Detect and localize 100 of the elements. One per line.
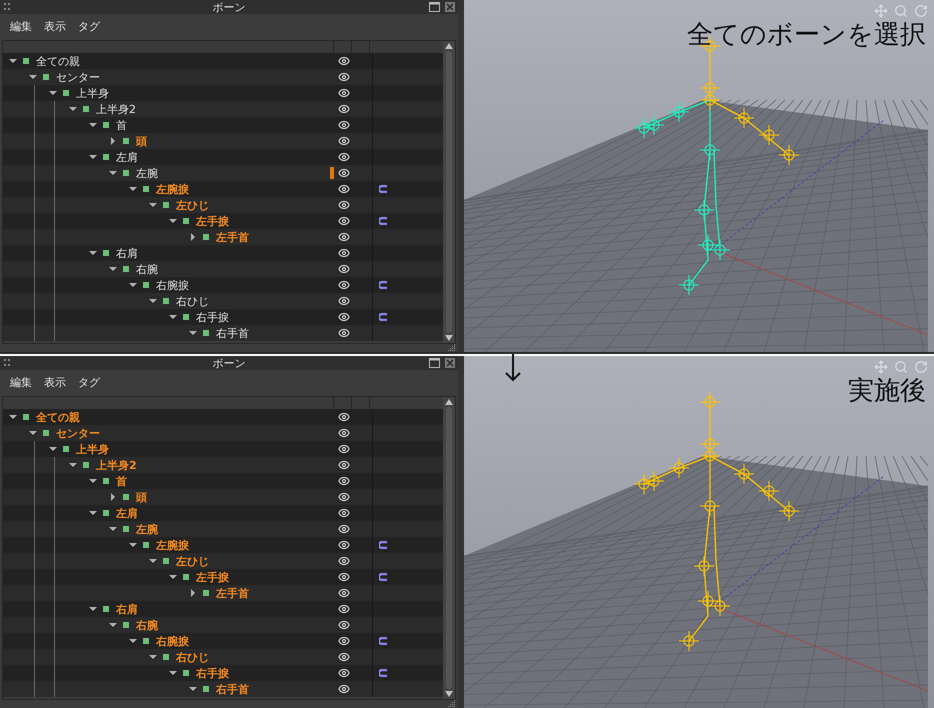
bone-name[interactable]: 右腕捩 xyxy=(156,636,189,646)
grip-icon[interactable] xyxy=(4,3,10,11)
scrollbar[interactable] xyxy=(443,397,455,699)
bone-name[interactable]: 左腕 xyxy=(136,168,158,178)
eye-icon[interactable] xyxy=(338,667,350,679)
tree-row[interactable]: 左肩 xyxy=(3,149,443,165)
bone-name[interactable]: センター xyxy=(56,72,100,82)
expanded-triangle-icon[interactable] xyxy=(169,313,177,321)
tree-row[interactable]: 左ひじ xyxy=(3,553,443,569)
eye-icon[interactable] xyxy=(338,103,350,115)
eye-icon[interactable] xyxy=(338,247,350,259)
eye-icon[interactable] xyxy=(338,215,350,227)
tree-row[interactable]: 右腕 xyxy=(3,617,443,633)
eye-icon[interactable] xyxy=(338,571,350,583)
eye-icon[interactable] xyxy=(338,55,350,67)
tree-row[interactable]: 上半身 xyxy=(3,85,443,101)
expanded-triangle-icon[interactable] xyxy=(9,57,17,65)
tree-row[interactable]: センター xyxy=(3,425,443,441)
expanded-triangle-icon[interactable] xyxy=(89,249,97,257)
eye-icon[interactable] xyxy=(338,231,350,243)
expanded-triangle-icon[interactable] xyxy=(169,573,177,581)
tree-row[interactable]: 上半身 xyxy=(3,441,443,457)
bone-name[interactable]: 右手捩 xyxy=(196,312,229,322)
bone-name[interactable]: 全ての親 xyxy=(36,412,80,422)
eye-icon[interactable] xyxy=(338,427,350,439)
bone-name[interactable]: 左腕捩 xyxy=(156,540,189,550)
scroll-down-icon[interactable] xyxy=(445,691,453,697)
bone-name[interactable]: 左肩 xyxy=(116,152,138,162)
bone-name[interactable]: 上半身 xyxy=(76,88,109,98)
eye-icon[interactable] xyxy=(338,475,350,487)
scroll-down-icon[interactable] xyxy=(445,335,453,341)
bone-name[interactable]: 右ひじ xyxy=(176,296,209,306)
collapsed-triangle-icon[interactable] xyxy=(189,233,197,241)
bone-name[interactable]: センター xyxy=(56,428,100,438)
bone-name[interactable]: 左手捩 xyxy=(196,216,229,226)
maximize-icon[interactable] xyxy=(429,2,440,12)
bone-name[interactable]: 右腕 xyxy=(136,264,158,274)
tree-row[interactable]: 首 xyxy=(3,117,443,133)
bone-name[interactable]: 右手首 xyxy=(216,328,249,338)
eye-icon[interactable] xyxy=(338,151,350,163)
tree-row[interactable]: 上半身2 xyxy=(3,101,443,117)
bone-name[interactable]: 首 xyxy=(116,476,127,486)
expanded-triangle-icon[interactable] xyxy=(149,201,157,209)
tree-row[interactable]: 左腕捩 xyxy=(3,537,443,553)
expanded-triangle-icon[interactable] xyxy=(69,461,77,469)
bone-name[interactable]: 左ひじ xyxy=(176,200,209,210)
menu-item[interactable]: 編集 xyxy=(10,18,32,36)
menu-item[interactable]: 編集 xyxy=(10,374,32,392)
maximize-icon[interactable] xyxy=(429,358,440,368)
tree-row[interactable]: 左手捩 xyxy=(3,213,443,229)
close-icon[interactable] xyxy=(445,2,455,12)
tree-row[interactable]: 右手首 xyxy=(3,681,443,697)
expanded-triangle-icon[interactable] xyxy=(89,121,97,129)
tree-row[interactable]: 全ての親 xyxy=(3,53,443,69)
eye-icon[interactable] xyxy=(338,279,350,291)
expanded-triangle-icon[interactable] xyxy=(109,621,117,629)
bone-name[interactable]: 左ひじ xyxy=(176,556,209,566)
bone-name[interactable]: 頭 xyxy=(136,136,147,146)
eye-icon[interactable] xyxy=(338,651,350,663)
eye-icon[interactable] xyxy=(338,411,350,423)
scroll-up-icon[interactable] xyxy=(445,399,453,405)
tree-row[interactable]: 左腕 xyxy=(3,165,443,181)
expanded-triangle-icon[interactable] xyxy=(29,429,37,437)
tree-row[interactable]: 頭 xyxy=(3,489,443,505)
expanded-triangle-icon[interactable] xyxy=(149,653,157,661)
expanded-triangle-icon[interactable] xyxy=(49,89,57,97)
eye-icon[interactable] xyxy=(338,507,350,519)
tree-row[interactable]: 右腕捩 xyxy=(3,633,443,649)
eye-icon[interactable] xyxy=(338,135,350,147)
tree-row[interactable]: 左手首 xyxy=(3,585,443,601)
tree-row[interactable]: 左ひじ xyxy=(3,197,443,213)
bone-name[interactable]: 右手捩 xyxy=(196,668,229,678)
scrollbar[interactable] xyxy=(443,41,455,343)
expanded-triangle-icon[interactable] xyxy=(109,169,117,177)
expanded-triangle-icon[interactable] xyxy=(109,525,117,533)
scroll-up-icon[interactable] xyxy=(445,43,453,49)
bone-name[interactable]: 頭 xyxy=(136,492,147,502)
eye-icon[interactable] xyxy=(338,183,350,195)
collapsed-triangle-icon[interactable] xyxy=(189,589,197,597)
tree-row[interactable]: 頭 xyxy=(3,133,443,149)
expanded-triangle-icon[interactable] xyxy=(29,73,37,81)
expanded-triangle-icon[interactable] xyxy=(129,541,137,549)
expanded-triangle-icon[interactable] xyxy=(129,281,137,289)
eye-icon[interactable] xyxy=(338,683,350,695)
eye-icon[interactable] xyxy=(338,443,350,455)
eye-icon[interactable] xyxy=(338,119,350,131)
bone-name[interactable]: 全ての親 xyxy=(36,56,80,66)
tree-row[interactable]: 右腕捩 xyxy=(3,277,443,293)
tree-row[interactable]: 右肩 xyxy=(3,601,443,617)
expanded-triangle-icon[interactable] xyxy=(49,445,57,453)
bone-name[interactable]: 右手首 xyxy=(216,684,249,694)
collapsed-triangle-icon[interactable] xyxy=(109,493,117,501)
tree-row[interactable]: 上半身2 xyxy=(3,457,443,473)
tree-row[interactable]: 首 xyxy=(3,473,443,489)
eye-icon[interactable] xyxy=(338,555,350,567)
expanded-triangle-icon[interactable] xyxy=(89,153,97,161)
menu-item[interactable]: タグ xyxy=(78,374,100,392)
expanded-triangle-icon[interactable] xyxy=(169,217,177,225)
bone-name[interactable]: 左腕 xyxy=(136,524,158,534)
expanded-triangle-icon[interactable] xyxy=(189,329,197,337)
